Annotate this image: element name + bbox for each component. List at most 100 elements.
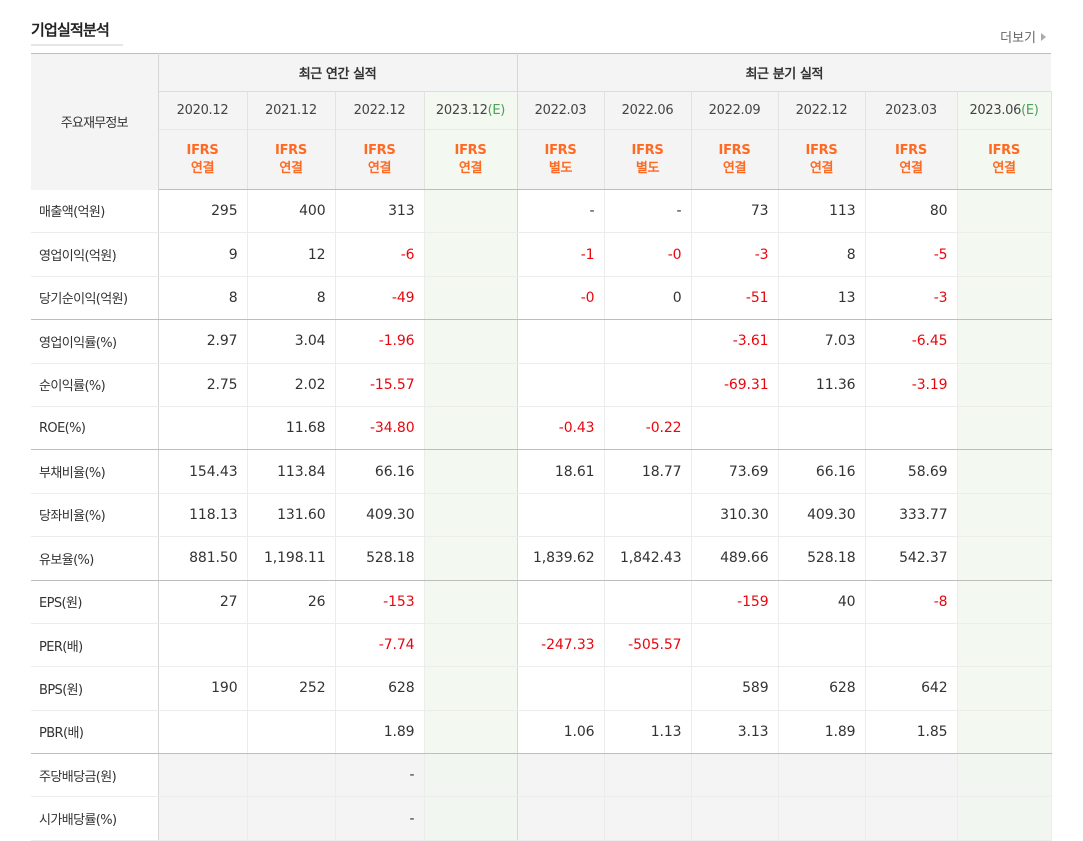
ifrs-label: IFRS	[186, 142, 219, 158]
table-cell: 528.18	[778, 536, 866, 581]
table-cell	[865, 406, 958, 451]
table-cell	[158, 796, 248, 841]
period-header: 2023.12(E)	[424, 91, 518, 130]
table-cell: -1.96	[335, 319, 425, 364]
table-cell: 0	[604, 276, 692, 321]
table-cell	[517, 493, 605, 538]
table-cell: 190	[158, 666, 248, 711]
period-header: 2022.12	[778, 91, 866, 130]
table-cell: 2.75	[158, 363, 248, 407]
row-label: ROE(%)	[31, 406, 159, 451]
basis-label: 연결	[722, 160, 747, 176]
table-cell: 27	[158, 580, 248, 624]
table-cell	[424, 623, 518, 668]
period-label: 2023.06	[969, 103, 1022, 118]
table-cell: 40	[778, 580, 866, 624]
table-cell	[424, 536, 518, 581]
table-cell: 113.84	[247, 449, 336, 494]
corner-header: 주요재무정보	[31, 53, 159, 190]
table-cell	[604, 580, 692, 624]
period-header: 2020.12	[158, 91, 248, 130]
table-cell	[604, 363, 692, 407]
table-cell: 313	[335, 189, 425, 234]
basis-label: 연결	[992, 160, 1016, 176]
basis-label: 연결	[809, 160, 834, 176]
table-cell	[778, 753, 866, 798]
table-cell: -69.31	[691, 363, 779, 407]
chevron-right-icon	[1041, 33, 1046, 41]
ifrs-label: IFRS	[363, 142, 396, 158]
table-cell: 58.69	[865, 449, 958, 494]
table-cell: 1.85	[865, 710, 958, 755]
ifrs-label: IFRS	[805, 142, 838, 158]
table-cell: 1.89	[778, 710, 866, 755]
table-cell: 1.89	[335, 710, 425, 755]
estimate-tag: (E)	[1021, 103, 1039, 118]
period-label: 2022.09	[708, 103, 761, 118]
table-cell: 118.13	[158, 493, 248, 538]
table-cell	[957, 580, 1052, 624]
period-label: 2023.12	[435, 103, 488, 118]
accounting-basis-header: IFRS 별도	[517, 129, 605, 190]
table-cell	[957, 666, 1052, 711]
period-header: 2022.06	[604, 91, 692, 130]
table-row: 매출액(억원) 295 400 313- -73 113 80	[31, 189, 1052, 234]
row-label: 당기순이익(억원)	[31, 276, 159, 321]
table-cell: 113	[778, 189, 866, 234]
table-row: ROE(%) 11.68 -34.80 -0.43 -0.22	[31, 406, 1052, 451]
table-cell	[604, 753, 692, 798]
table-cell: 9	[158, 232, 248, 277]
table-cell: -0	[604, 232, 692, 277]
table-row: 부채비율(%) 154.43 113.84 66.16 18.61 18.77 73.69 6…	[31, 449, 1052, 494]
table-cell: -3.19	[865, 363, 958, 407]
table-cell	[691, 406, 779, 451]
table-cell	[424, 189, 518, 234]
period-header: 2021.12	[247, 91, 336, 130]
table-cell: 7.03	[778, 319, 866, 364]
table-cell	[424, 363, 518, 407]
row-label: PBR(배)	[31, 710, 159, 755]
ifrs-label: IFRS	[275, 142, 307, 158]
table-cell: -5	[865, 232, 958, 277]
table-cell: -15.57	[335, 363, 425, 407]
table-cell	[158, 710, 248, 755]
table-cell	[424, 276, 518, 321]
table-cell: -3.61	[691, 319, 779, 364]
row-label: 부채비율(%)	[31, 449, 159, 494]
table-cell: 310.30	[691, 493, 779, 538]
table-cell: 628	[335, 666, 425, 711]
table-cell: 3.13	[691, 710, 779, 755]
table-cell: -6.45	[865, 319, 958, 364]
table-cell	[517, 580, 605, 624]
table-cell	[424, 666, 518, 711]
accounting-basis-header: IFRS 연결	[691, 129, 779, 190]
table-cell	[604, 796, 692, 841]
table-cell: 2.97	[158, 319, 248, 364]
period-label: 2020.12	[176, 103, 229, 118]
table-cell: 881.50	[158, 536, 248, 581]
table-cell: 333.77	[865, 493, 958, 538]
table-cell: 11.36	[778, 363, 866, 407]
table-cell	[158, 623, 248, 668]
table-cell: -159	[691, 580, 779, 624]
table-cell	[957, 710, 1052, 755]
table-cell: -0	[517, 276, 605, 321]
period-header: 2023.06(E)	[957, 91, 1052, 130]
table-cell: -34.80	[335, 406, 425, 451]
table-row: 당좌비율(%) 118.13 131.60 409.30 310.30 409.30 333…	[31, 493, 1052, 538]
accounting-basis-header: IFRS 별도	[604, 129, 692, 190]
financial-summary-table: 주요재무정보 최근 연간 실적 최근 분기 실적 2020.12 2021.12 2…	[31, 53, 1052, 841]
table-row: 영업이익(억원) 9 12 -6 -1 -0 -3 8 -5	[31, 232, 1052, 277]
table-cell: 73.69	[691, 449, 779, 494]
estimate-tag: (E)	[487, 103, 506, 118]
table-cell: 1.06	[517, 710, 605, 755]
table-cell: 3.04	[247, 319, 336, 364]
table-cell	[778, 796, 866, 841]
table-cell	[604, 319, 692, 364]
table-cell	[778, 406, 866, 451]
more-link[interactable]: 더보기	[1000, 27, 1046, 46]
ifrs-label: IFRS	[454, 142, 487, 158]
table-cell	[424, 319, 518, 364]
row-label: 유보율(%)	[31, 536, 159, 581]
table-cell	[158, 406, 248, 451]
